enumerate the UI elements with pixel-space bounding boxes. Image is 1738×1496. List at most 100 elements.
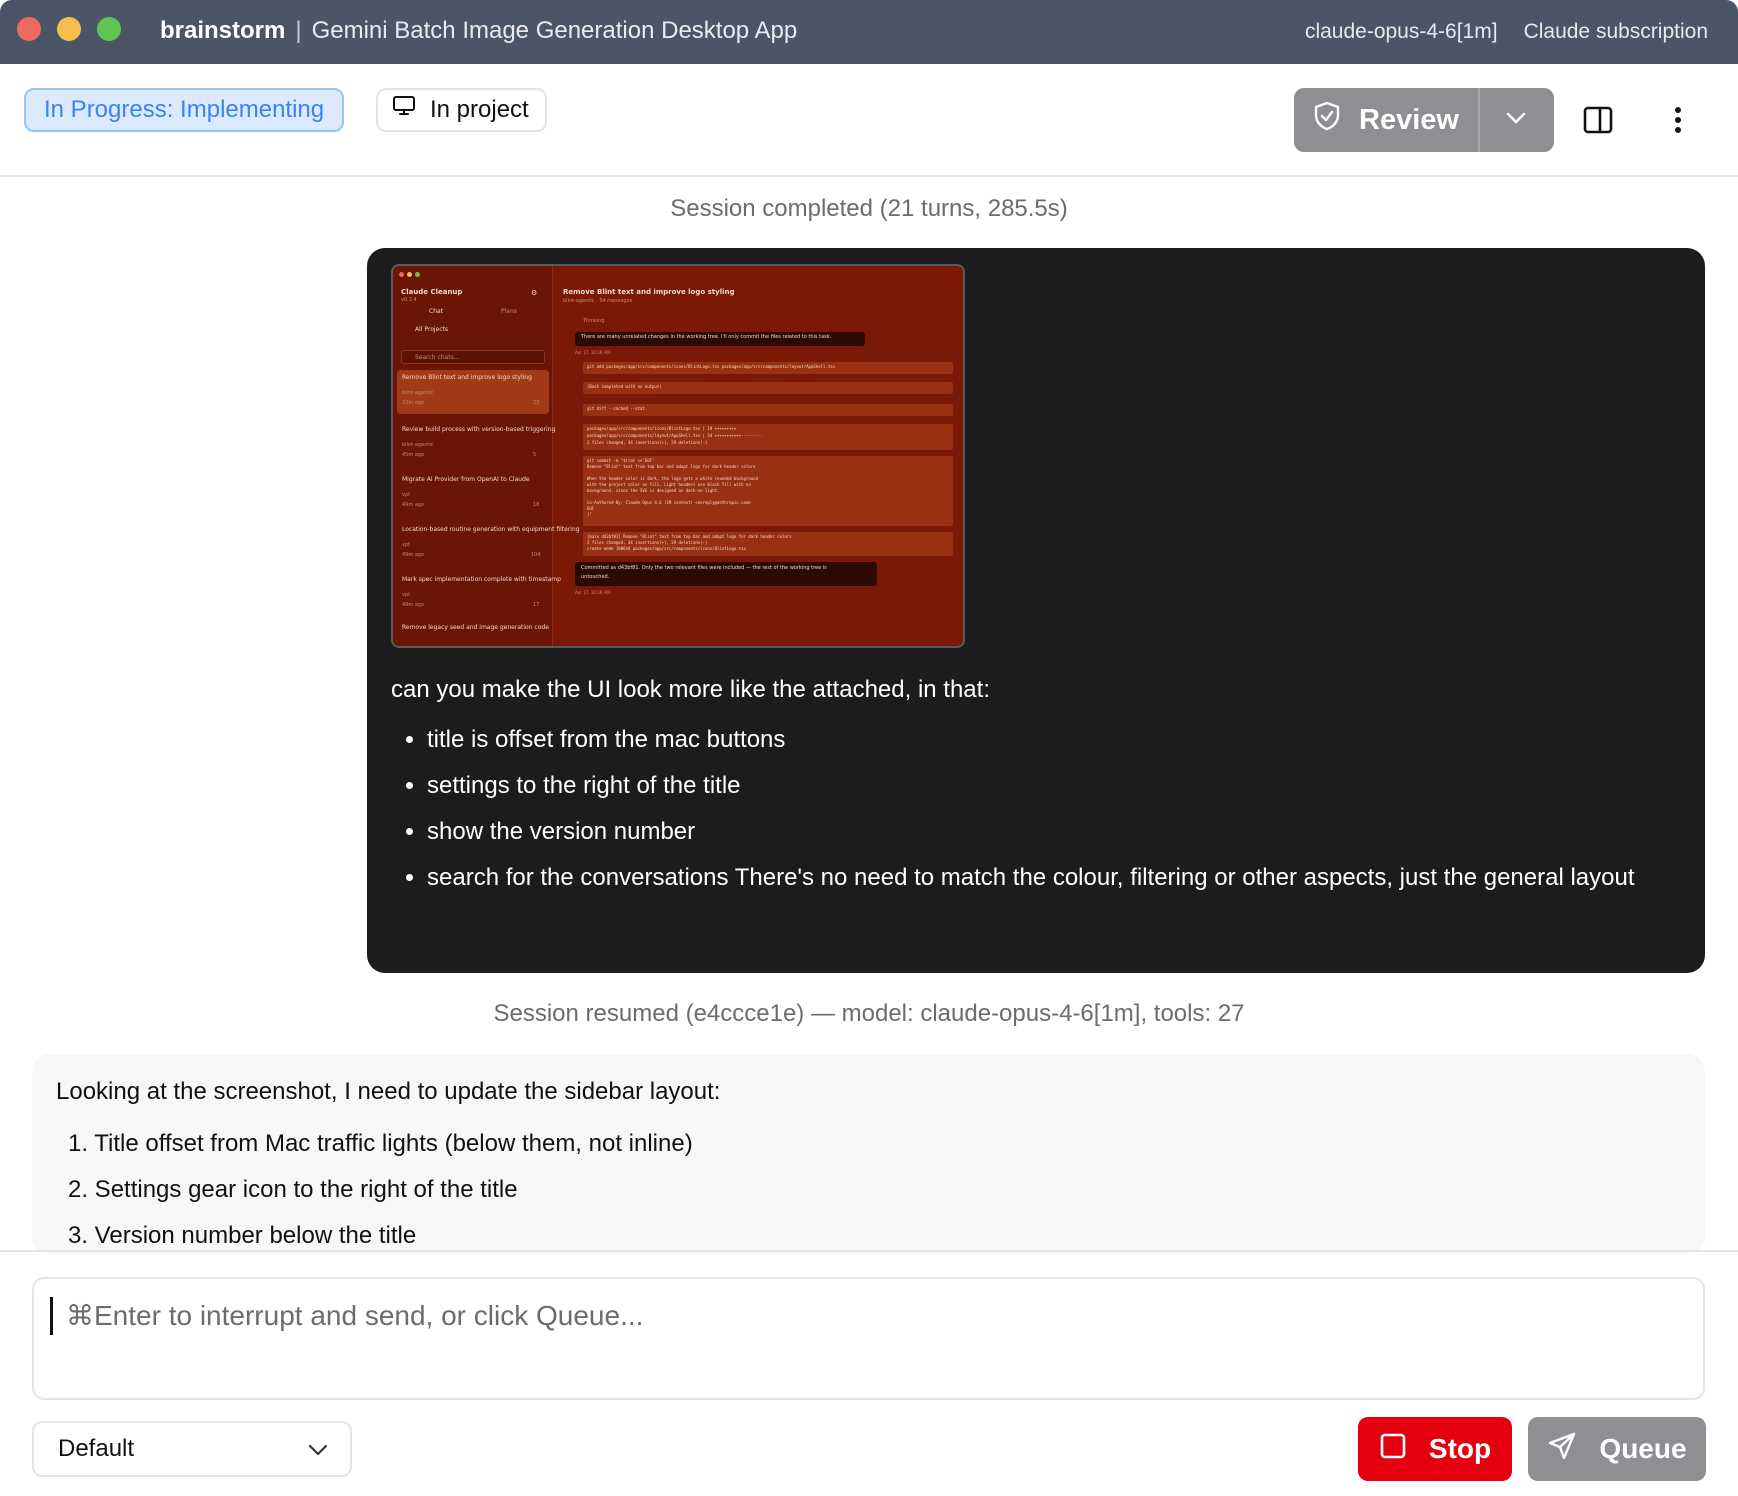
attached-screenshot[interactable]: Claude Cleanup v0.3.4 ⚙ Chat Plans All P… (391, 264, 965, 648)
text-caret (50, 1297, 53, 1335)
user-message: Claude Cleanup v0.3.4 ⚙ Chat Plans All P… (367, 248, 1705, 973)
mini-sidebar: Claude Cleanup v0.3.4 ⚙ Chat Plans All P… (393, 266, 580, 646)
mini-msg2a: Committed as d43bf81. Only the two relev… (581, 565, 827, 571)
session-toolbar: In Progress: Implementing In project Rev… (0, 64, 1738, 177)
mini-chat-age: 49m ago (402, 602, 425, 608)
composer-divider (0, 1250, 1738, 1252)
mini-out2a: packages/app/src/components/icons/BlintL… (587, 426, 737, 431)
assistant-message-list: 1. Title offset from Mac traffic lights … (68, 1124, 1681, 1254)
list-item: 3. Version number below the title (68, 1222, 417, 1249)
queue-label: Queue (1599, 1433, 1687, 1464)
mini-chat-title: Mark spec implementation complete with t… (402, 576, 561, 583)
shield-check-icon (1313, 101, 1341, 139)
mini-chat-count: 5 (533, 452, 537, 458)
list-item: 2. Settings gear icon to the right of th… (68, 1176, 518, 1203)
title-separator: | (295, 17, 302, 44)
status-badge[interactable]: In Progress: Implementing (24, 88, 345, 132)
list-item: title is offset from the mac buttons (427, 720, 1681, 760)
mini-commit-line: git commit -m "$(cat <<'EOF' (587, 458, 655, 463)
mini-main-pane: Remove Blint text and improve logo styli… (553, 266, 963, 646)
mini-zoom-dot (415, 272, 420, 277)
mini-minimize-dot (407, 272, 412, 277)
mini-msg1: There are many unrelated changes in the … (581, 334, 832, 340)
mini-out2b: packages/app/src/components/layout/AppSh… (587, 433, 763, 438)
mini-gear-icon: ⚙ (531, 289, 538, 297)
mini-cmd2: git diff --cached --stat (587, 406, 645, 411)
toggle-panel-button[interactable] (1578, 102, 1618, 142)
mini-out2c: 2 files changed, 44 insertions(+), 29 de… (587, 440, 708, 445)
mini-chat-title: Review build process with version-based … (402, 426, 556, 433)
mini-commit-line: background, since the SVG is designed as… (587, 488, 720, 493)
mini-chat-count: 104 (531, 552, 541, 558)
mini-chat-project: blint-agentic (402, 390, 434, 396)
sidebar-panel-icon (1583, 106, 1613, 139)
assistant-message: Looking at the screenshot, I need to upd… (32, 1054, 1705, 1254)
mini-result-line: [main d43bf81] Remove "Blint" text from … (587, 534, 792, 539)
mini-app-name: Claude Cleanup (401, 288, 463, 296)
mini-version: v0.3.4 (401, 297, 417, 303)
titlebar-info: claude-opus-4-6[1m] Claude subscription (1305, 20, 1708, 44)
list-item: show the version number (427, 812, 1681, 852)
mini-main-title: Remove Blint text and improve logo styli… (563, 288, 735, 296)
review-label: Review (1359, 103, 1459, 136)
mini-chat-title: Remove Blint text and improve logo styli… (402, 374, 532, 381)
mini-chat-age: 22m ago (402, 400, 425, 406)
mini-chat-count: 17 (533, 602, 540, 608)
session-completed-note: Session completed (21 turns, 285.5s) (670, 195, 1068, 222)
send-icon (1547, 1431, 1577, 1468)
list-item: settings to the right of the title (427, 766, 1681, 806)
app-title: Gemini Batch Image Generation Desktop Ap… (311, 17, 798, 44)
mini-tab-plans: Plans (501, 308, 517, 315)
mini-chat-project: vpt (402, 542, 411, 548)
review-button[interactable]: Review (1294, 88, 1480, 152)
close-window-button[interactable] (17, 17, 41, 41)
stop-button[interactable]: Stop (1358, 1417, 1512, 1481)
location-label: In project (430, 96, 529, 123)
mini-commit-line: When the header color is dark, the logo … (587, 476, 758, 481)
mini-chat-title: Remove legacy seed and image generation … (402, 624, 549, 631)
location-badge[interactable]: In project (376, 88, 547, 132)
review-button-group: Review (1294, 88, 1554, 152)
plan-label: Claude subscription (1523, 20, 1708, 43)
mini-close-dot (399, 272, 404, 277)
mini-commit-line: EOF (587, 506, 595, 511)
mini-filter: All Projects (415, 326, 448, 333)
chevron-down-icon (308, 1435, 328, 1463)
model-label: claude-opus-4-6[1m] (1304, 20, 1498, 43)
stop-label: Stop (1428, 1433, 1492, 1464)
assistant-message-intro: Looking at the screenshot, I need to upd… (56, 1078, 721, 1105)
mini-chat-project: vpt (402, 592, 411, 598)
minimize-window-button[interactable] (57, 17, 81, 41)
user-message-intro: can you make the UI look more like the a… (391, 676, 990, 703)
mini-chat-project: vpt (402, 492, 411, 498)
list-item: search for the conversations There's no … (427, 858, 1681, 898)
window-titlebar: brainstorm | Gemini Batch Image Generation… (0, 0, 1738, 64)
list-item: 1. Title offset from Mac traffic lights … (68, 1130, 693, 1157)
mode-select[interactable]: Default (32, 1421, 352, 1477)
monitor-icon (392, 90, 416, 130)
mini-commit-line: Co-Authored-By: Claude Opus 4.6 (1M cont… (587, 500, 751, 505)
stop-square-icon (1379, 1432, 1407, 1467)
mini-time1: Apr 17, 10:36 AM (575, 350, 610, 355)
mini-result-line: 2 files changed, 44 insertions(+), 29 de… (587, 540, 708, 545)
mini-time2: Apr 17, 10:36 AM (575, 590, 610, 595)
message-input-placeholder: ⌘Enter to interrupt and send, or click Q… (66, 1300, 644, 1331)
mini-chat-age: 49m ago (402, 502, 425, 508)
mini-msg2b: untouched. (581, 574, 610, 580)
user-message-list: title is offset from the mac buttons set… (427, 720, 1681, 898)
mini-chat-count: 18 (533, 502, 540, 508)
mini-main-meta: blint-agentic · 54 messages (563, 298, 633, 304)
mini-commit-line: Remove "Blint" text from top bar and ada… (587, 464, 756, 469)
mini-commit-line: )" (587, 512, 592, 517)
review-options-button[interactable] (1480, 88, 1552, 152)
mini-out1: (Bash completed with no output) (587, 384, 662, 389)
mini-chat-title: Migrate AI Provider from OpenAI to Claud… (402, 476, 530, 483)
mini-commit-line: with the project color as fill. Light he… (587, 482, 751, 487)
message-input[interactable]: ⌘Enter to interrupt and send, or click Q… (32, 1277, 1705, 1400)
mini-tab-chat: Chat (429, 308, 444, 315)
project-name: brainstorm (160, 17, 286, 44)
zoom-window-button[interactable] (97, 17, 121, 41)
more-options-button[interactable] (1662, 102, 1694, 142)
queue-button[interactable]: Queue (1528, 1417, 1706, 1481)
mini-thinking: Thinking (583, 318, 605, 324)
